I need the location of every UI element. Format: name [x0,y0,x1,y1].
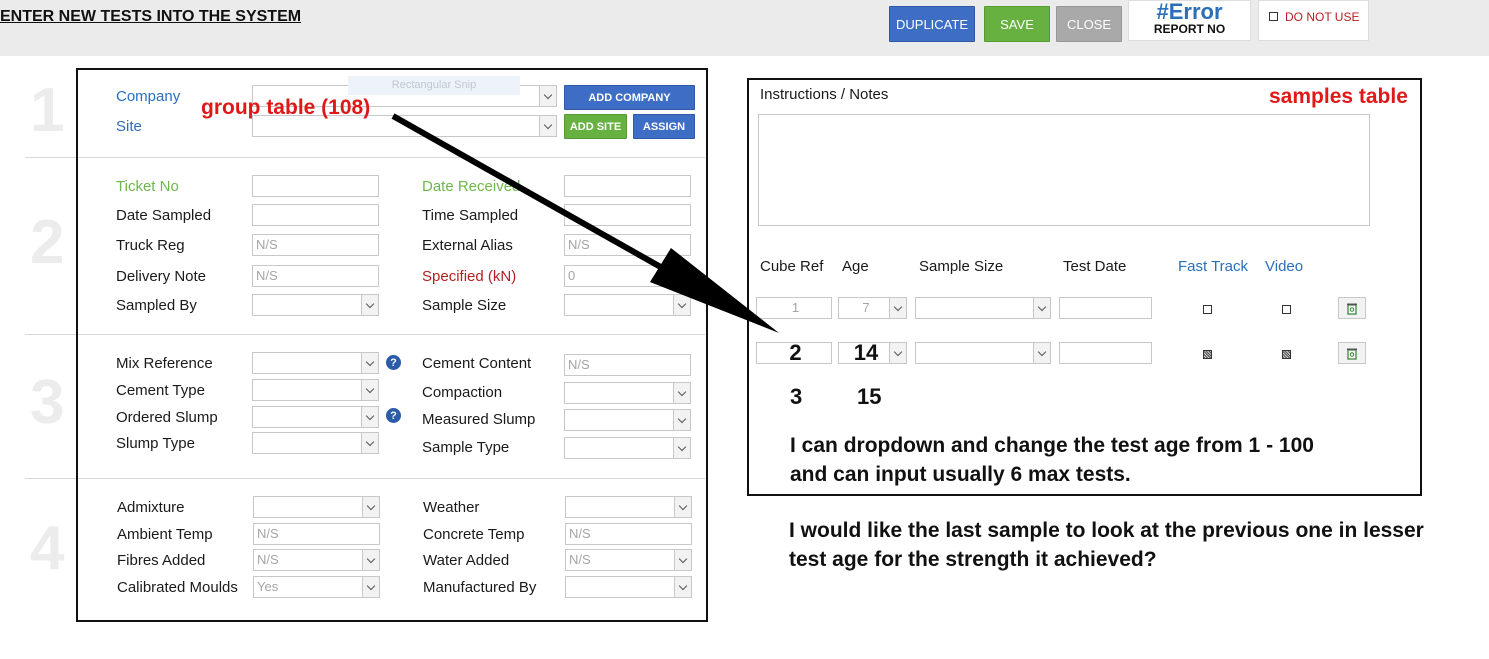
arrow-shaft [391,113,707,295]
arrow-head-icon [650,248,779,333]
arrow-annotation [391,113,779,333]
